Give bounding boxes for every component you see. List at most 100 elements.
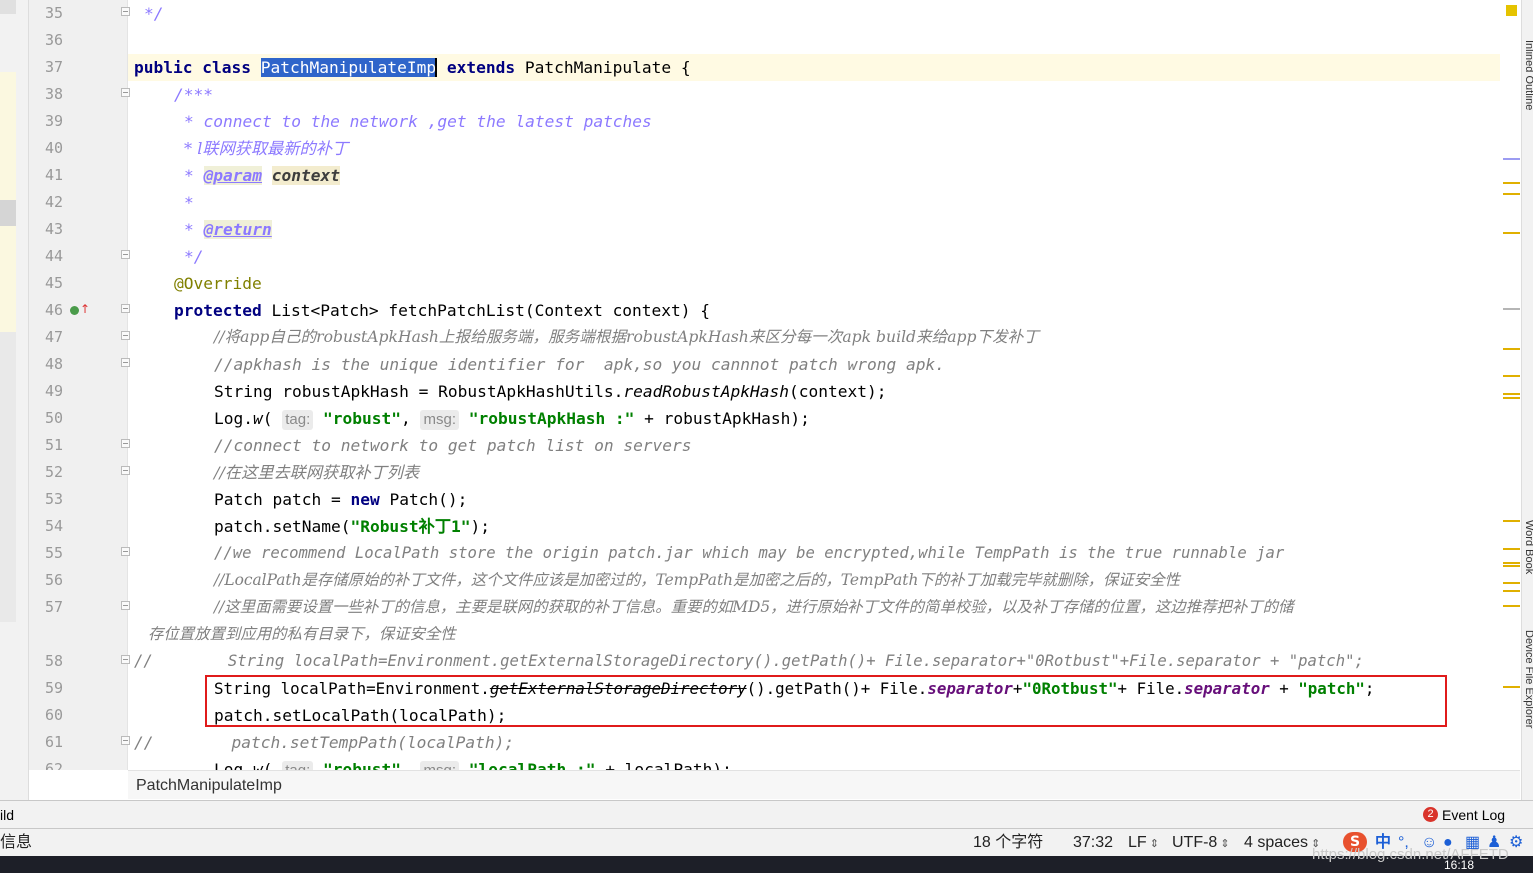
line-number: 44 bbox=[44, 247, 63, 265]
doc-comment: */ bbox=[144, 4, 164, 23]
code-text: Log. bbox=[214, 760, 253, 770]
stripe-mark[interactable] bbox=[1503, 308, 1520, 310]
tool-tab-device-file-explorer[interactable]: Device File Explorer bbox=[1523, 630, 1533, 770]
code-line-54: patch.setName("Robust补丁1"); bbox=[214, 513, 490, 540]
fold-marker[interactable] bbox=[121, 304, 130, 313]
line-number: 59 bbox=[44, 679, 63, 697]
code-line-47: //将app自己的robustApkHash上报给服务端，服务端根据robust… bbox=[214, 324, 1039, 351]
line-number: 47 bbox=[44, 328, 63, 346]
stripe-mark[interactable] bbox=[1503, 520, 1520, 522]
indent-select[interactable]: 4 spaces ⇕ bbox=[1244, 829, 1320, 858]
line-number: 57 bbox=[44, 598, 63, 616]
tool-tab-word-book[interactable]: Word Book bbox=[1523, 520, 1533, 600]
string-literal: "robust" bbox=[323, 409, 401, 428]
tool-tab-outline[interactable]: Inlined Outline bbox=[1523, 40, 1533, 150]
stripe-mark[interactable] bbox=[1503, 548, 1520, 550]
fold-marker[interactable] bbox=[121, 439, 130, 448]
event-log-button[interactable]: Event Log bbox=[1442, 807, 1505, 823]
string-literal: "localPath :" bbox=[468, 760, 596, 770]
stripe-mark[interactable] bbox=[1503, 193, 1520, 195]
param-hint: tag: bbox=[282, 410, 314, 430]
code-text: , bbox=[400, 760, 421, 770]
line-number: 46 bbox=[44, 301, 63, 319]
param-hint: msg: bbox=[420, 410, 459, 430]
fold-marker[interactable] bbox=[121, 655, 130, 664]
selected-class-name[interactable]: PatchManipulateImp bbox=[260, 58, 437, 77]
ime-settings-icon[interactable]: ⚙ bbox=[1509, 829, 1523, 857]
stripe-mark[interactable] bbox=[1503, 565, 1520, 567]
static-method: w bbox=[252, 409, 263, 428]
clock-time[interactable]: 16:18 bbox=[1444, 858, 1474, 872]
stripe-mark[interactable] bbox=[1503, 232, 1520, 234]
line-comment: //这里面需要设置一些补丁的信息，主要是联网的获取的补丁信息。重要的如MD5，进… bbox=[214, 598, 1294, 616]
line-number: 37 bbox=[44, 58, 63, 76]
line-number: 60 bbox=[44, 706, 63, 724]
breadcrumb[interactable]: PatchManipulateImp bbox=[128, 770, 1520, 799]
code-line-35: */ bbox=[144, 0, 164, 27]
tool-window-bar: ild 2 Event Log bbox=[0, 800, 1533, 829]
stripe-mark[interactable] bbox=[1503, 182, 1520, 184]
messages-tab[interactable]: 信息 bbox=[0, 829, 32, 857]
param-hint: tag: bbox=[282, 761, 314, 770]
build-tab[interactable]: ild bbox=[0, 807, 14, 823]
code-text: Patch(); bbox=[379, 490, 468, 509]
code-line-48: //apkhash is the unique identifier for a… bbox=[214, 351, 945, 378]
fold-marker[interactable] bbox=[121, 88, 130, 97]
code-line-43: * @return bbox=[184, 216, 272, 243]
stripe-mark[interactable] bbox=[1503, 348, 1520, 350]
inspection-status-icon[interactable] bbox=[1506, 5, 1517, 16]
caret-position[interactable]: 37:32 bbox=[1073, 829, 1113, 857]
line-comment: // String localPath=Environment.getExter… bbox=[134, 652, 1364, 670]
string-literal: "robust" bbox=[323, 760, 401, 770]
stripe-mark[interactable] bbox=[1503, 562, 1520, 564]
line-number: 45 bbox=[44, 274, 63, 292]
updown-icon: ⇕ bbox=[1217, 838, 1230, 850]
keyword: public bbox=[134, 58, 193, 77]
stripe-mark[interactable] bbox=[1503, 375, 1520, 377]
fold-marker[interactable] bbox=[121, 466, 130, 475]
line-number: 40 bbox=[44, 139, 63, 157]
fold-marker[interactable] bbox=[121, 250, 130, 259]
fold-marker[interactable] bbox=[121, 601, 130, 610]
red-annotation-box bbox=[205, 675, 1447, 727]
code-line-57-wrap: 存位置放置到应用的私有目录下，保证安全性 bbox=[148, 621, 456, 648]
line-number: 41 bbox=[44, 166, 63, 184]
code-line-61: // patch.setTempPath(localPath); bbox=[134, 729, 514, 756]
encoding-select[interactable]: UTF-8 ⇕ bbox=[1172, 829, 1230, 858]
code-line-51: //connect to network to get patch list o… bbox=[214, 432, 692, 459]
doc-param-name: context bbox=[271, 166, 340, 185]
fold-marker[interactable] bbox=[121, 736, 130, 745]
stripe-mark[interactable] bbox=[1503, 158, 1520, 160]
static-method: readRobustApkHash bbox=[623, 382, 790, 401]
fold-marker[interactable] bbox=[121, 547, 130, 556]
line-number: 43 bbox=[44, 220, 63, 238]
override-gutter-icon[interactable]: ↑ bbox=[70, 303, 90, 317]
line-comment: 存位置放置到应用的私有目录下，保证安全性 bbox=[148, 625, 456, 643]
stripe-mark[interactable] bbox=[1503, 590, 1520, 592]
line-separator-select[interactable]: LF ⇕ bbox=[1128, 829, 1159, 858]
code-line-41: * @param context bbox=[184, 162, 340, 189]
line-number: 55 bbox=[44, 544, 63, 562]
line-number: 42 bbox=[44, 193, 63, 211]
code-line-44: */ bbox=[184, 243, 204, 270]
encoding-value: UTF-8 bbox=[1172, 834, 1218, 851]
stripe-mark[interactable] bbox=[1503, 686, 1520, 688]
fold-marker[interactable] bbox=[121, 7, 130, 16]
status-bar: 信息 18 个字符 37:32 LF ⇕ UTF-8 ⇕ 4 spaces ⇕ … bbox=[0, 828, 1533, 857]
indent-value: 4 spaces bbox=[1244, 834, 1309, 851]
stripe-mark[interactable] bbox=[1503, 605, 1520, 607]
stripe-mark[interactable] bbox=[1503, 393, 1520, 395]
code-line-40: * l联网获取最新的补丁 bbox=[184, 135, 348, 162]
code-text: patch.setName( bbox=[214, 517, 351, 536]
fold-marker[interactable] bbox=[121, 331, 130, 340]
code-line-53: Patch patch = new Patch(); bbox=[214, 486, 467, 513]
stripe-mark[interactable] bbox=[1503, 397, 1520, 399]
param-hint: msg: bbox=[420, 761, 459, 770]
line-number: 61 bbox=[44, 733, 63, 751]
stripe-mark[interactable] bbox=[1503, 582, 1520, 584]
line-number: 38 bbox=[44, 85, 63, 103]
breadcrumb-item[interactable]: PatchManipulateImp bbox=[136, 777, 282, 794]
error-stripe bbox=[1500, 0, 1521, 770]
fold-marker[interactable] bbox=[121, 358, 130, 367]
event-log-badge: 2 bbox=[1423, 807, 1438, 822]
